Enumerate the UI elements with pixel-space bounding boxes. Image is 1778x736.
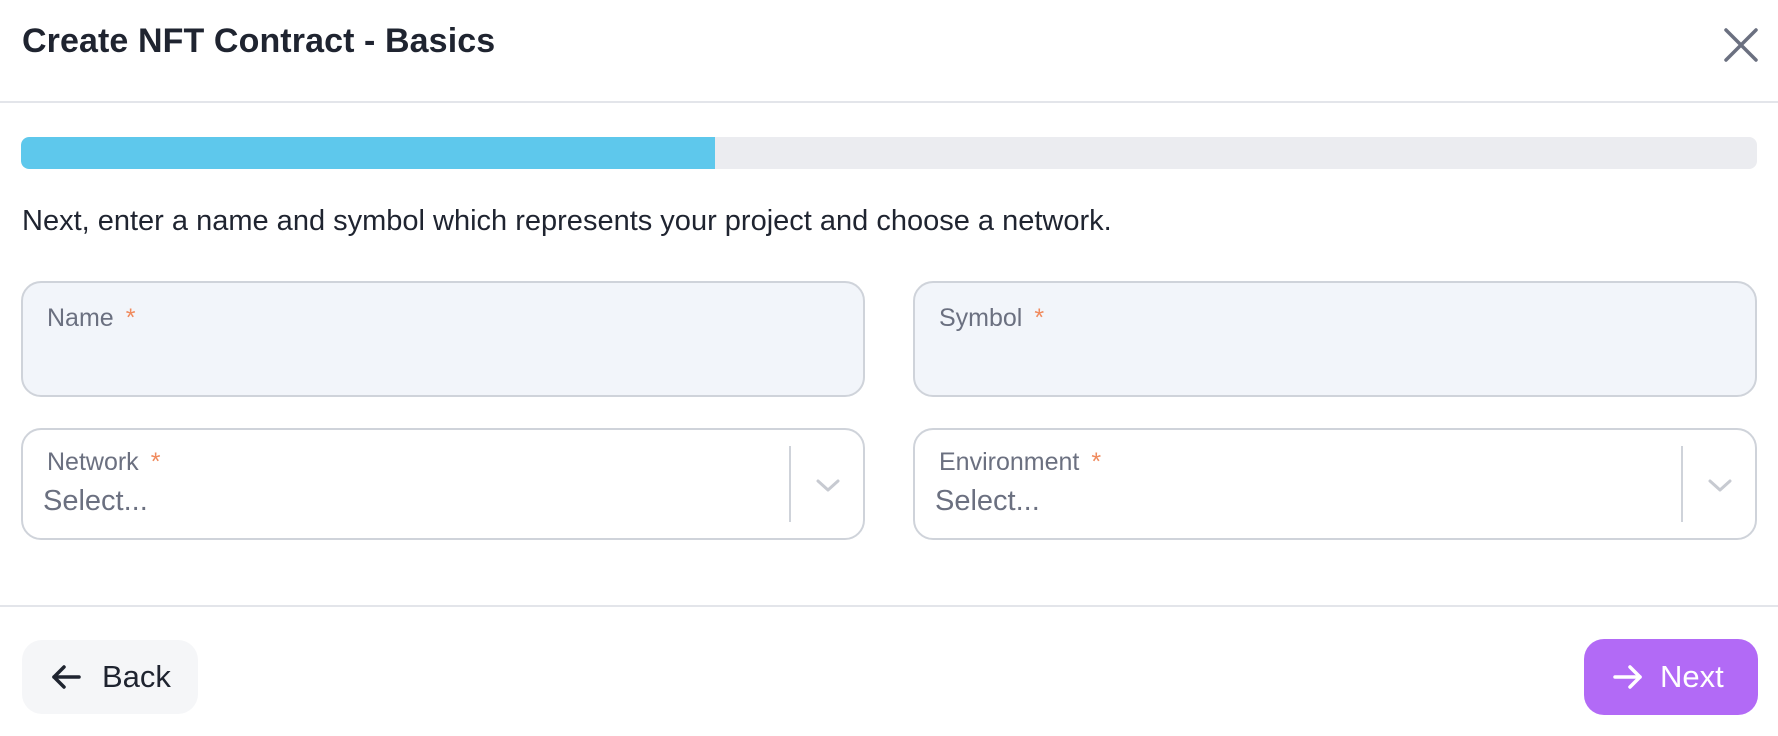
close-icon[interactable] bbox=[1722, 26, 1760, 64]
back-button[interactable]: Back bbox=[22, 640, 198, 714]
network-select[interactable]: Network * Select... bbox=[21, 428, 865, 540]
environment-select-label: Environment * bbox=[939, 448, 1102, 476]
back-button-label: Back bbox=[102, 659, 171, 694]
symbol-field-label: Symbol * bbox=[939, 304, 1045, 332]
select-divider bbox=[1681, 446, 1683, 522]
required-mark: * bbox=[150, 448, 161, 476]
network-select-label: Network * bbox=[47, 448, 161, 476]
chevron-down-icon[interactable] bbox=[1707, 472, 1733, 498]
modal-header: Create NFT Contract - Basics bbox=[0, 0, 1778, 103]
arrow-right-icon bbox=[1612, 663, 1644, 691]
select-divider bbox=[789, 446, 791, 522]
next-button-label: Next bbox=[1660, 659, 1724, 694]
chevron-down-icon[interactable] bbox=[815, 472, 841, 498]
name-field-label: Name * bbox=[47, 304, 136, 332]
footer-divider bbox=[0, 605, 1778, 607]
required-mark: * bbox=[1034, 304, 1045, 332]
symbol-field[interactable]: Symbol * bbox=[913, 281, 1757, 397]
next-button[interactable]: Next bbox=[1584, 639, 1758, 715]
progress-bar-fill bbox=[21, 137, 716, 169]
create-nft-contract-modal: Create NFT Contract - Basics Next, enter… bbox=[0, 0, 1778, 736]
name-field[interactable]: Name * bbox=[21, 281, 865, 397]
modal-title: Create NFT Contract - Basics bbox=[22, 22, 496, 60]
required-mark: * bbox=[1091, 448, 1102, 476]
progress-bar bbox=[21, 137, 1757, 169]
network-select-placeholder: Select... bbox=[43, 485, 148, 517]
environment-select-placeholder: Select... bbox=[935, 485, 1040, 517]
environment-select[interactable]: Environment * Select... bbox=[913, 428, 1757, 540]
intro-text: Next, enter a name and symbol which repr… bbox=[22, 205, 1112, 237]
arrow-left-icon bbox=[50, 663, 82, 691]
required-mark: * bbox=[125, 304, 136, 332]
